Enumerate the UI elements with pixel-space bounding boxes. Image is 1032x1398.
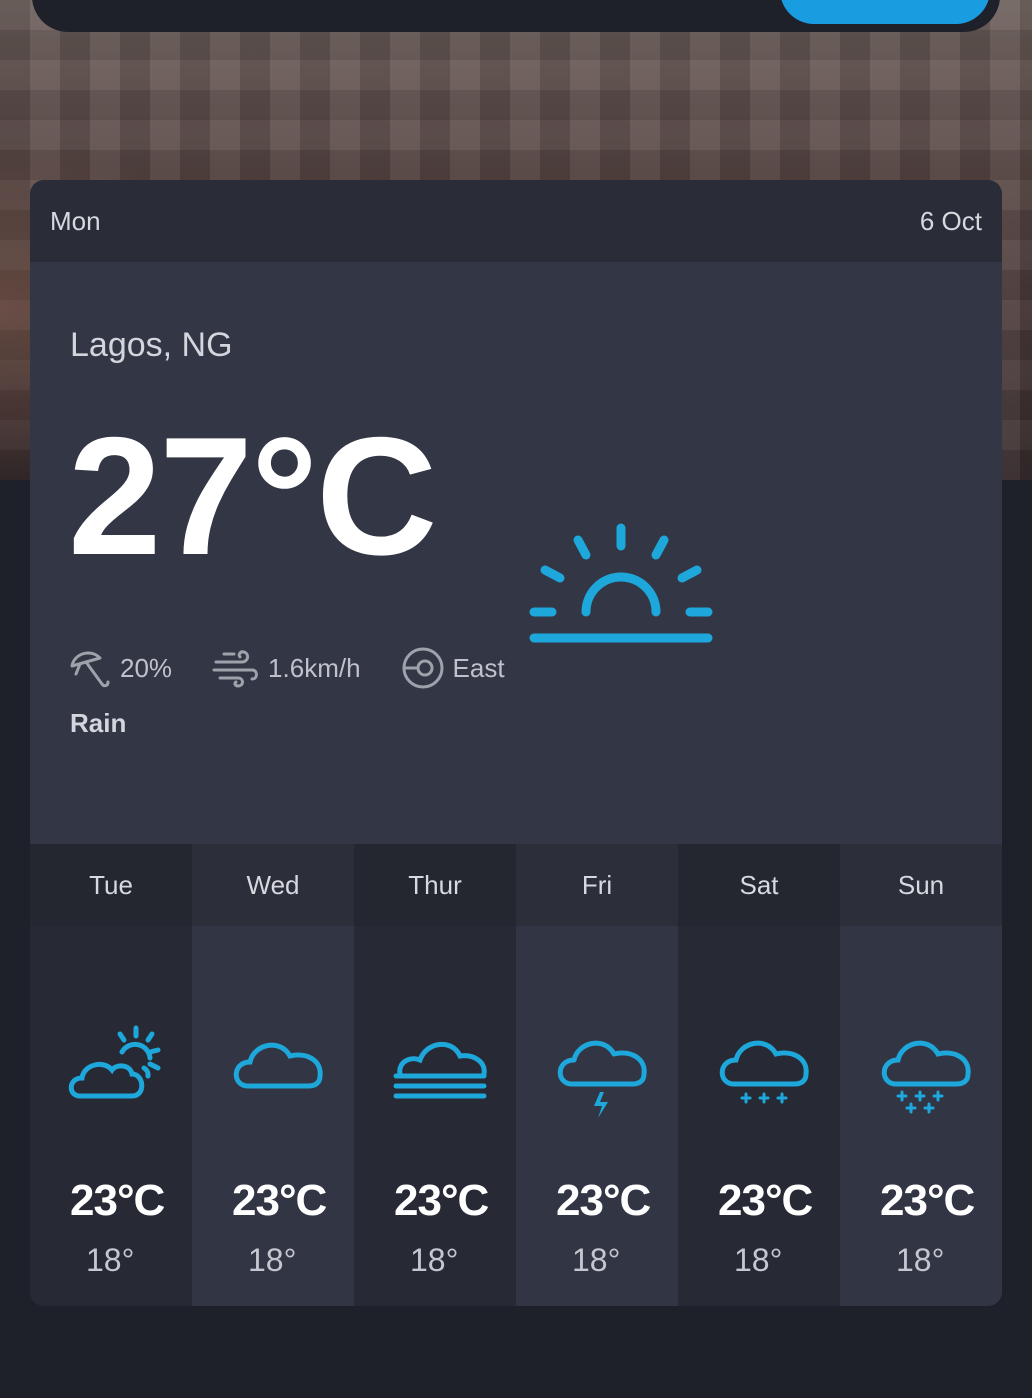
- forecast-day-label: Sun: [840, 844, 1002, 926]
- current-date: 6 Oct: [919, 205, 982, 236]
- forecast-high: 23°C: [232, 1176, 327, 1225]
- forecast-day: Thur 23°C 18°: [354, 844, 516, 1306]
- sunrise-icon: [529, 523, 713, 643]
- forecast-day-label: Fri: [516, 844, 678, 926]
- current-day: Mon: [50, 205, 101, 236]
- wind-speed: 1.6km/h: [212, 646, 361, 690]
- forecast-day-label: Wed: [192, 844, 354, 926]
- forecast-low: 18°: [86, 1242, 135, 1278]
- forecast-day-label: Thur: [354, 844, 516, 926]
- forecast-day: Fri 23°C 18°: [516, 844, 678, 1306]
- forecast-day: Tue 23°C 18°: [30, 844, 192, 1306]
- cloud-icon: [233, 1042, 323, 1089]
- thunder-icon: [557, 1040, 647, 1118]
- wind-icon: [212, 650, 259, 688]
- forecast-day: Wed 23°C 18°: [192, 844, 354, 1306]
- forecast-low: 18°: [572, 1242, 621, 1278]
- forecast-row: Tue 23°C 18° Wed 23°C 18° Thur 23°C 18° …: [30, 844, 1002, 1306]
- current-weather: Lagos, NG 27°C 20% 1.6km/h East Rain: [30, 262, 1002, 844]
- weather-description: Rain: [70, 708, 127, 738]
- forecast-high: 23°C: [880, 1176, 975, 1225]
- forecast-day: Sun 23°C 18°: [840, 844, 1002, 1306]
- forecast-high: 23°C: [394, 1176, 489, 1225]
- partly-cloudy-icon: [68, 1025, 161, 1099]
- forecast-high: 23°C: [718, 1176, 813, 1225]
- forecast-day-label: Sat: [678, 844, 840, 926]
- weather-details: 20% 1.6km/h East: [68, 646, 505, 690]
- forecast-low: 18°: [410, 1242, 459, 1278]
- forecast-high: 23°C: [556, 1176, 651, 1225]
- forecast-low: 18°: [896, 1242, 945, 1278]
- compass-icon: [402, 647, 444, 689]
- fog-icon: [393, 1041, 487, 1099]
- forecast-low: 18°: [248, 1242, 297, 1278]
- card-header: Mon 6 Oct: [30, 180, 1002, 262]
- wind-direction-value: East: [452, 652, 505, 683]
- light-snow-icon: [719, 1040, 809, 1104]
- precipitation: 20%: [68, 646, 172, 690]
- umbrella-icon: [70, 651, 110, 688]
- forecast-high: 23°C: [70, 1176, 165, 1225]
- forecast-day-label: Tue: [30, 844, 192, 926]
- wind-speed-value: 1.6km/h: [268, 652, 361, 683]
- forecast-day: Sat 23°C 18°: [678, 844, 840, 1306]
- location-label: Lagos, NG: [70, 326, 233, 364]
- weather-card: Mon 6 Oct Lagos, NG 27°C 20% 1.6km/h Eas…: [30, 180, 1002, 1306]
- snow-icon: [881, 1040, 971, 1114]
- forecast-low: 18°: [734, 1242, 783, 1278]
- current-temperature: 27°C: [68, 402, 437, 590]
- search-button[interactable]: [780, 0, 990, 24]
- precipitation-value: 20%: [120, 652, 173, 683]
- wind-direction: East: [401, 646, 505, 690]
